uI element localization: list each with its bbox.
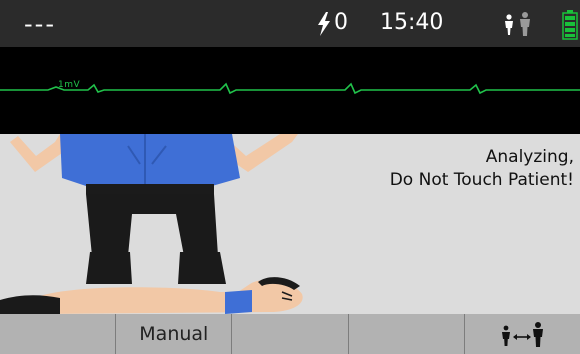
voice-prompt-text: Analyzing, Do Not Touch Patient! (390, 146, 574, 192)
manual-mode-label: Manual (139, 323, 209, 345)
manual-mode-button[interactable]: Manual (116, 314, 233, 354)
ecg-calibration-label: 1mV (58, 80, 81, 90)
softkey-3[interactable] (232, 314, 349, 354)
prompt-line-2: Do Not Touch Patient! (389, 170, 574, 190)
adult-child-mode-icon (505, 12, 530, 36)
battery-icon (562, 10, 578, 40)
softkey-bar: Manual (0, 314, 580, 354)
aed-screen: --- 0 15:40 1mV Analyzing, Do Not Touch … (0, 0, 580, 354)
status-bar: --- 0 15:40 (0, 0, 580, 47)
ecg-panel: 1mV (0, 47, 580, 134)
adult-child-switch-icon (502, 322, 544, 347)
heart-rate-readout: --- (24, 10, 56, 38)
shock-count: 0 (334, 10, 348, 35)
prompt-line-1: Analyzing, (485, 147, 574, 167)
softkey-1[interactable] (0, 314, 117, 354)
instruction-scene: Analyzing, Do Not Touch Patient! (0, 134, 580, 314)
clock: 15:40 (380, 10, 444, 35)
ecg-trace (0, 82, 580, 95)
softkey-4[interactable] (349, 314, 465, 354)
shock-bolt-icon (318, 12, 330, 36)
adult-child-switch-button[interactable] (465, 314, 580, 354)
